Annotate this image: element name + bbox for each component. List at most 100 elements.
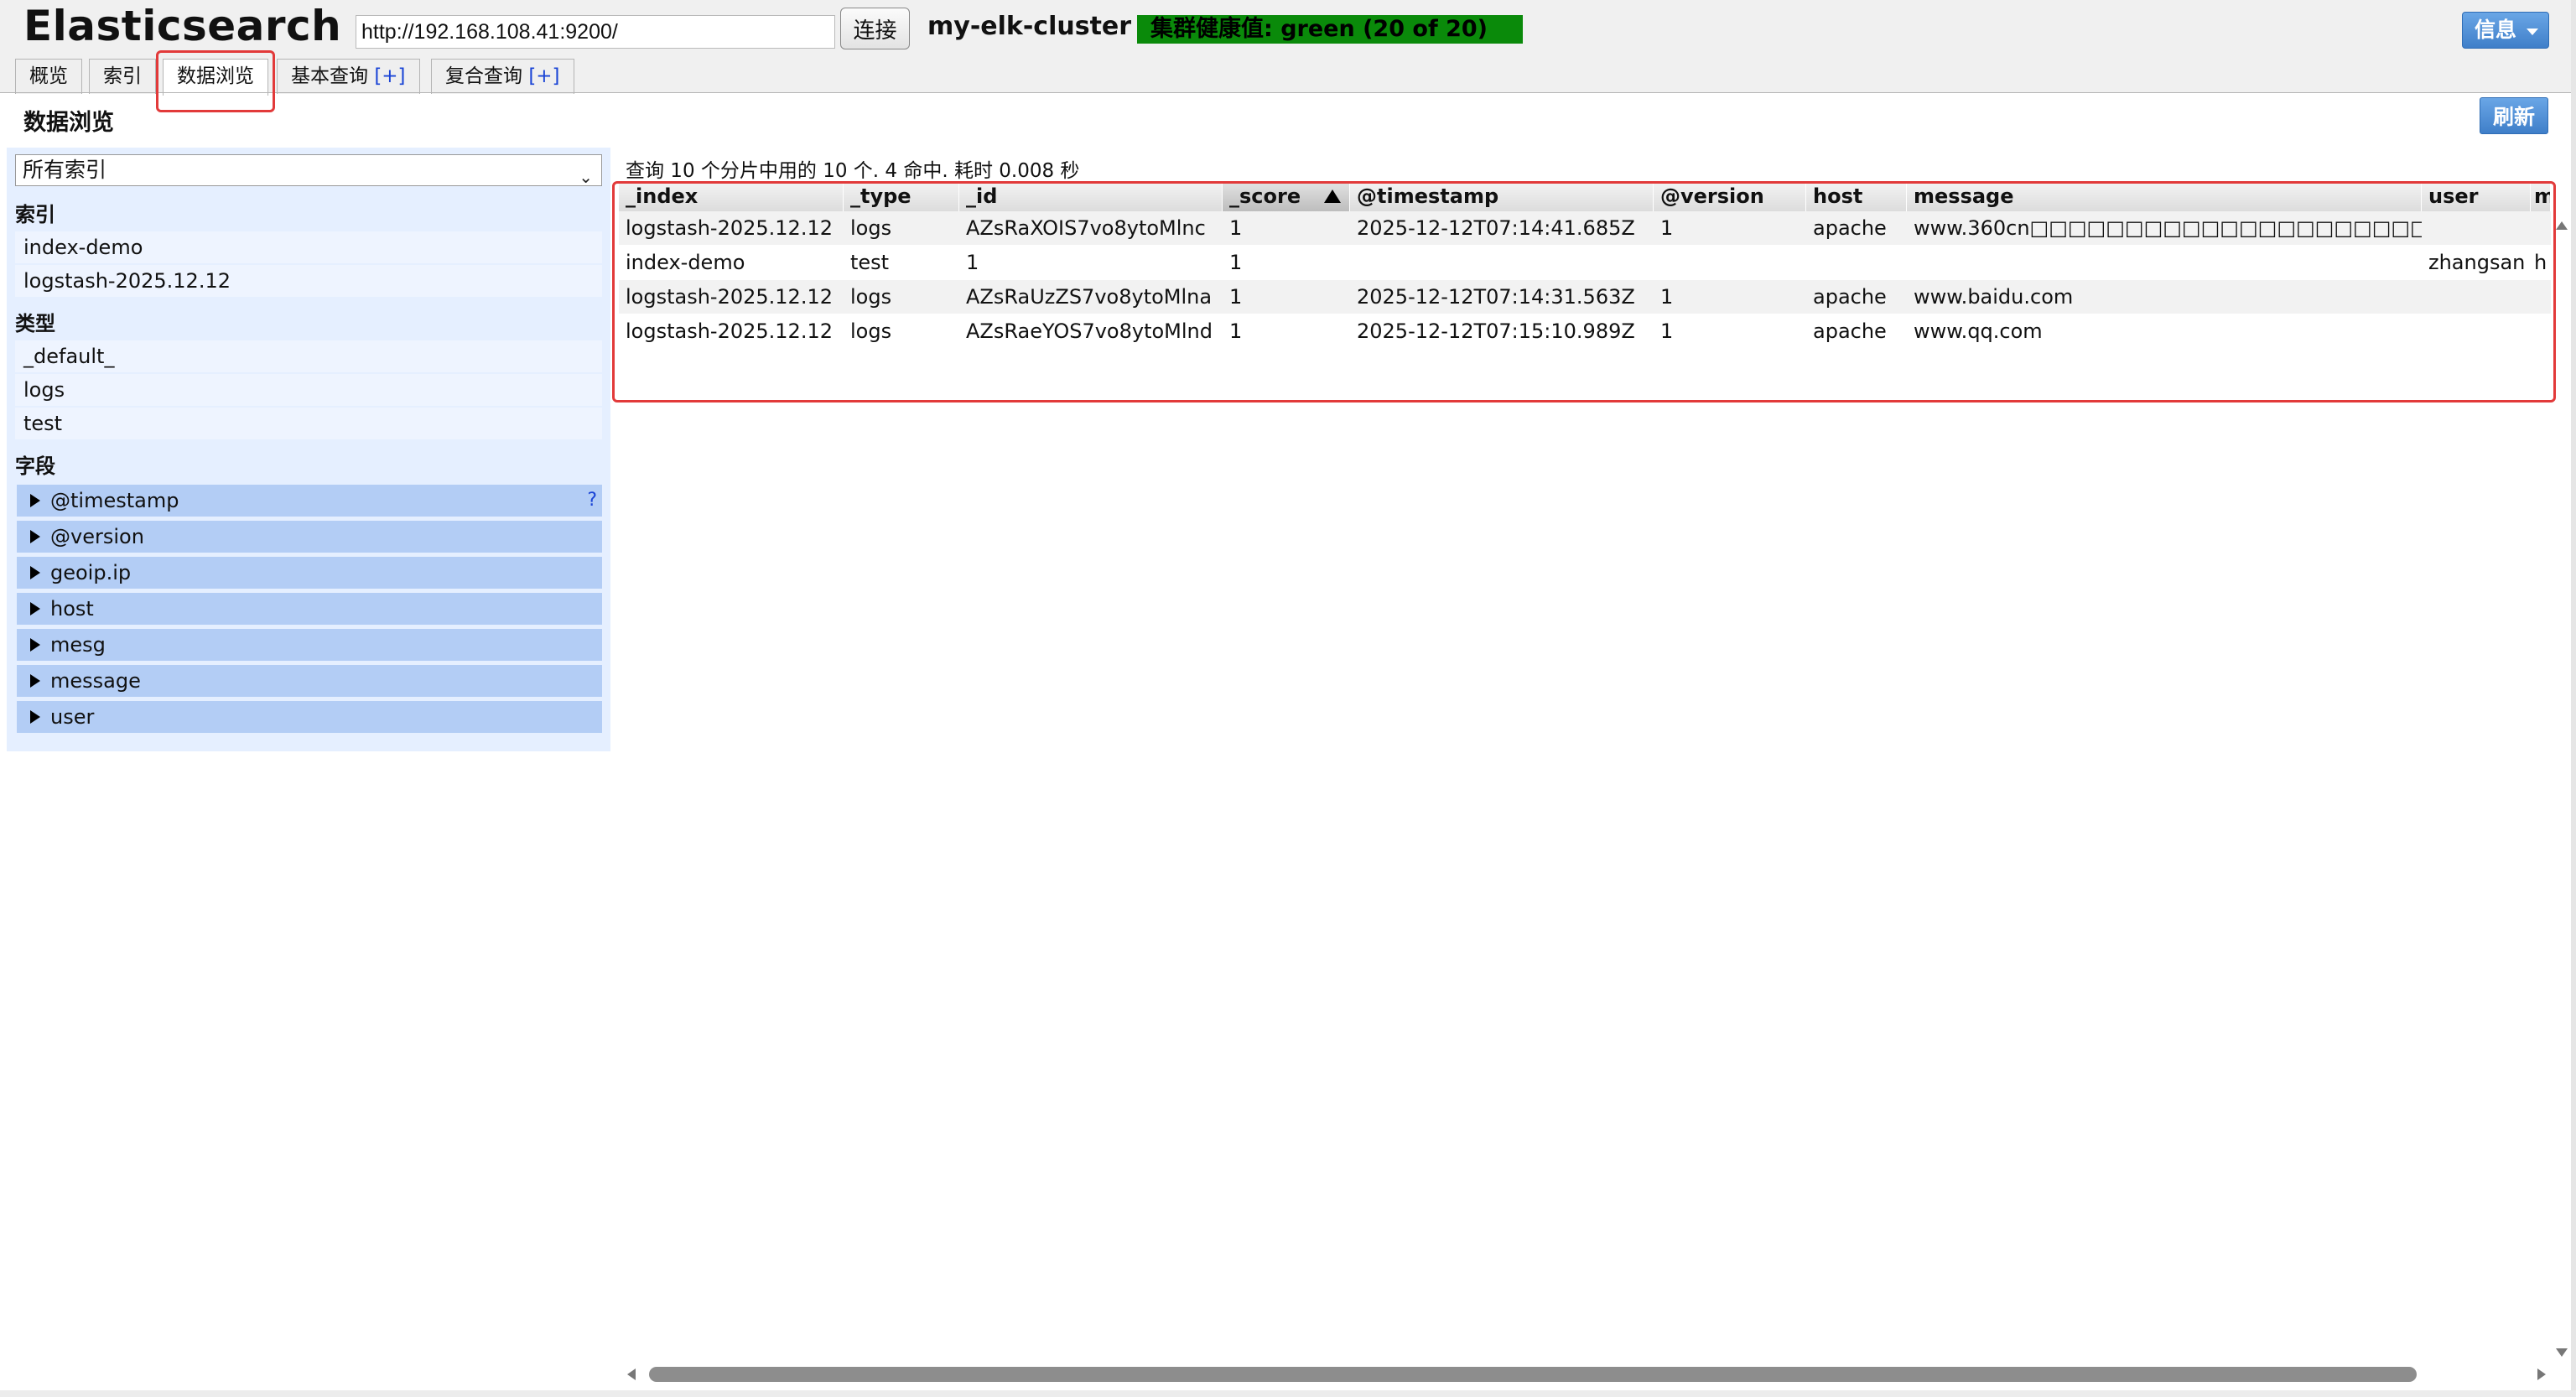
vertical-scrollbar[interactable] <box>2549 220 2571 1360</box>
cell-message <box>1907 246 2422 279</box>
cell-id: AZsRaXOIS7vo8ytoMlnc <box>966 216 1206 240</box>
cell-id: AZsRaeYOS7vo8ytoMlnd <box>966 319 1213 343</box>
index-select[interactable]: 所有索引 ⌄ <box>15 154 602 187</box>
cluster-health-badge: 集群健康值: green (20 of 20) <box>1137 15 1523 44</box>
cell-score: 1 <box>1229 216 1243 240</box>
field-row-user[interactable]: user <box>17 701 602 733</box>
cell-index: logstash-2025.12.12 <box>626 216 833 240</box>
cell-id: 1 <box>966 251 979 274</box>
cell-score: 1 <box>1229 251 1243 274</box>
column-header-mesg[interactable]: mesg <box>2531 181 2551 211</box>
cell-host: apache <box>1813 319 1887 343</box>
window-edge <box>2571 0 2576 1397</box>
sidebar-type-item[interactable]: test <box>15 408 602 439</box>
cell-mesg <box>2531 211 2551 245</box>
field-name: @timestamp <box>50 489 179 512</box>
field-name: message <box>50 669 141 693</box>
column-header-score[interactable]: _score <box>1223 181 1350 211</box>
horizontal-scrollbar[interactable] <box>622 1362 2551 1385</box>
column-header-message[interactable]: message <box>1907 181 2422 211</box>
tab-overview[interactable]: 概览 <box>15 59 82 94</box>
cell-version: 1 <box>1660 285 1674 309</box>
cell-mesg: h <box>2534 251 2547 274</box>
tab-browser[interactable]: 数据浏览 <box>163 59 268 96</box>
result-summary: 查询 10 个分片中用的 10 个. 4 命中. 耗时 0.008 秒 <box>626 160 1080 182</box>
column-header-version[interactable]: @version <box>1654 181 1806 211</box>
table-row[interactable]: logstash-2025.12.12 logs AZsRaXOIS7vo8yt… <box>619 211 2551 245</box>
tab-basic-query[interactable]: 基本查询 [+] <box>277 59 420 94</box>
scroll-up-icon[interactable] <box>2556 221 2568 230</box>
sidebar-index-item[interactable]: index-demo <box>15 231 602 263</box>
cell-index: index-demo <box>626 251 745 274</box>
cell-type: logs <box>850 319 892 343</box>
cell-id: AZsRaUzZS7vo8ytoMlna <box>966 285 1213 309</box>
field-name: user <box>50 705 95 729</box>
window-edge <box>0 1390 2576 1397</box>
column-header-type[interactable]: _type <box>844 181 959 211</box>
info-menu-button[interactable]: 信息 <box>2462 12 2549 49</box>
cell-version <box>1654 246 1806 279</box>
column-header-host[interactable]: host <box>1806 181 1907 211</box>
cell-index: logstash-2025.12.12 <box>626 319 833 343</box>
column-header-index[interactable]: _index <box>619 181 844 211</box>
cell-index: logstash-2025.12.12 <box>626 285 833 309</box>
tab-plus: [+] <box>374 65 406 87</box>
sidebar-index-item[interactable]: logstash-2025.12.12 <box>15 265 602 297</box>
scroll-down-icon[interactable] <box>2556 1348 2568 1357</box>
table-row[interactable]: index-demo test 1 1 zhangsan h <box>619 246 2551 279</box>
table-row[interactable]: logstash-2025.12.12 logs AZsRaUzZS7vo8yt… <box>619 280 2551 314</box>
field-row-timestamp[interactable]: @timestamp ? <box>17 485 602 517</box>
field-name: mesg <box>50 633 106 657</box>
cell-message: www.qq.com <box>1914 319 2043 343</box>
expand-triangle-icon <box>30 566 40 579</box>
index-select-value: 所有索引 <box>23 158 107 182</box>
field-row-host[interactable]: host <box>17 593 602 625</box>
tab-indices[interactable]: 索引 <box>89 59 156 94</box>
cell-message: www.360cn□□□□□□□□□□□□□□□□□□□□□ <box>1914 216 2422 240</box>
column-header-timestamp[interactable]: @timestamp <box>1350 181 1654 211</box>
field-name: host <box>50 597 94 621</box>
column-header-label: _score <box>1229 184 1301 208</box>
cluster-url-input[interactable] <box>356 15 835 49</box>
brand-logo: Elasticsearch <box>23 2 342 50</box>
table-row[interactable]: logstash-2025.12.12 logs AZsRaeYOS7vo8yt… <box>619 314 2551 348</box>
filter-sidebar: 所有索引 ⌄ 索引 index-demo logstash-2025.12.12… <box>7 148 610 751</box>
cluster-name: my-elk-cluster <box>927 12 1132 41</box>
tab-label: 基本查询 <box>291 65 368 87</box>
cell-timestamp: 2025-12-12T07:14:41.685Z <box>1357 216 1635 240</box>
cell-host <box>1806 246 1907 279</box>
sidebar-type-item[interactable]: logs <box>15 374 602 406</box>
column-header-id[interactable]: _id <box>959 181 1223 211</box>
cell-timestamp: 2025-12-12T07:15:10.989Z <box>1357 319 1635 343</box>
tab-compound-query[interactable]: 复合查询 [+] <box>431 59 574 94</box>
field-name: @version <box>50 525 144 548</box>
cell-version: 1 <box>1660 319 1674 343</box>
scrollbar-thumb[interactable] <box>649 1367 2417 1382</box>
tab-label: 索引 <box>103 65 142 87</box>
cell-type: logs <box>850 216 892 240</box>
cell-score: 1 <box>1229 285 1243 309</box>
expand-triangle-icon <box>30 494 40 507</box>
help-icon[interactable]: ? <box>587 485 597 517</box>
scroll-left-icon[interactable] <box>627 1368 636 1380</box>
expand-triangle-icon <box>30 530 40 543</box>
scroll-right-icon[interactable] <box>2537 1368 2546 1380</box>
field-row-message[interactable]: message <box>17 665 602 697</box>
indices-heading: 索引 <box>15 203 55 226</box>
fields-heading: 字段 <box>15 454 55 478</box>
cell-type: logs <box>850 285 892 309</box>
column-header-user[interactable]: user <box>2422 181 2531 211</box>
info-button-label: 信息 <box>2475 18 2517 42</box>
field-row-mesg[interactable]: mesg <box>17 629 602 661</box>
field-row-version[interactable]: @version <box>17 521 602 553</box>
sidebar-type-item[interactable]: _default_ <box>15 340 602 372</box>
refresh-button[interactable]: 刷新 <box>2480 97 2548 134</box>
cell-user <box>2422 280 2531 314</box>
results-table: _index _type _id _score @timestamp @vers… <box>619 181 2551 399</box>
cell-host: apache <box>1813 285 1887 309</box>
expand-triangle-icon <box>30 710 40 724</box>
field-row-geoip[interactable]: geoip.ip <box>17 557 602 589</box>
tab-label: 复合查询 <box>445 65 522 87</box>
types-heading: 类型 <box>15 312 55 335</box>
connect-button[interactable]: 连接 <box>840 8 910 49</box>
